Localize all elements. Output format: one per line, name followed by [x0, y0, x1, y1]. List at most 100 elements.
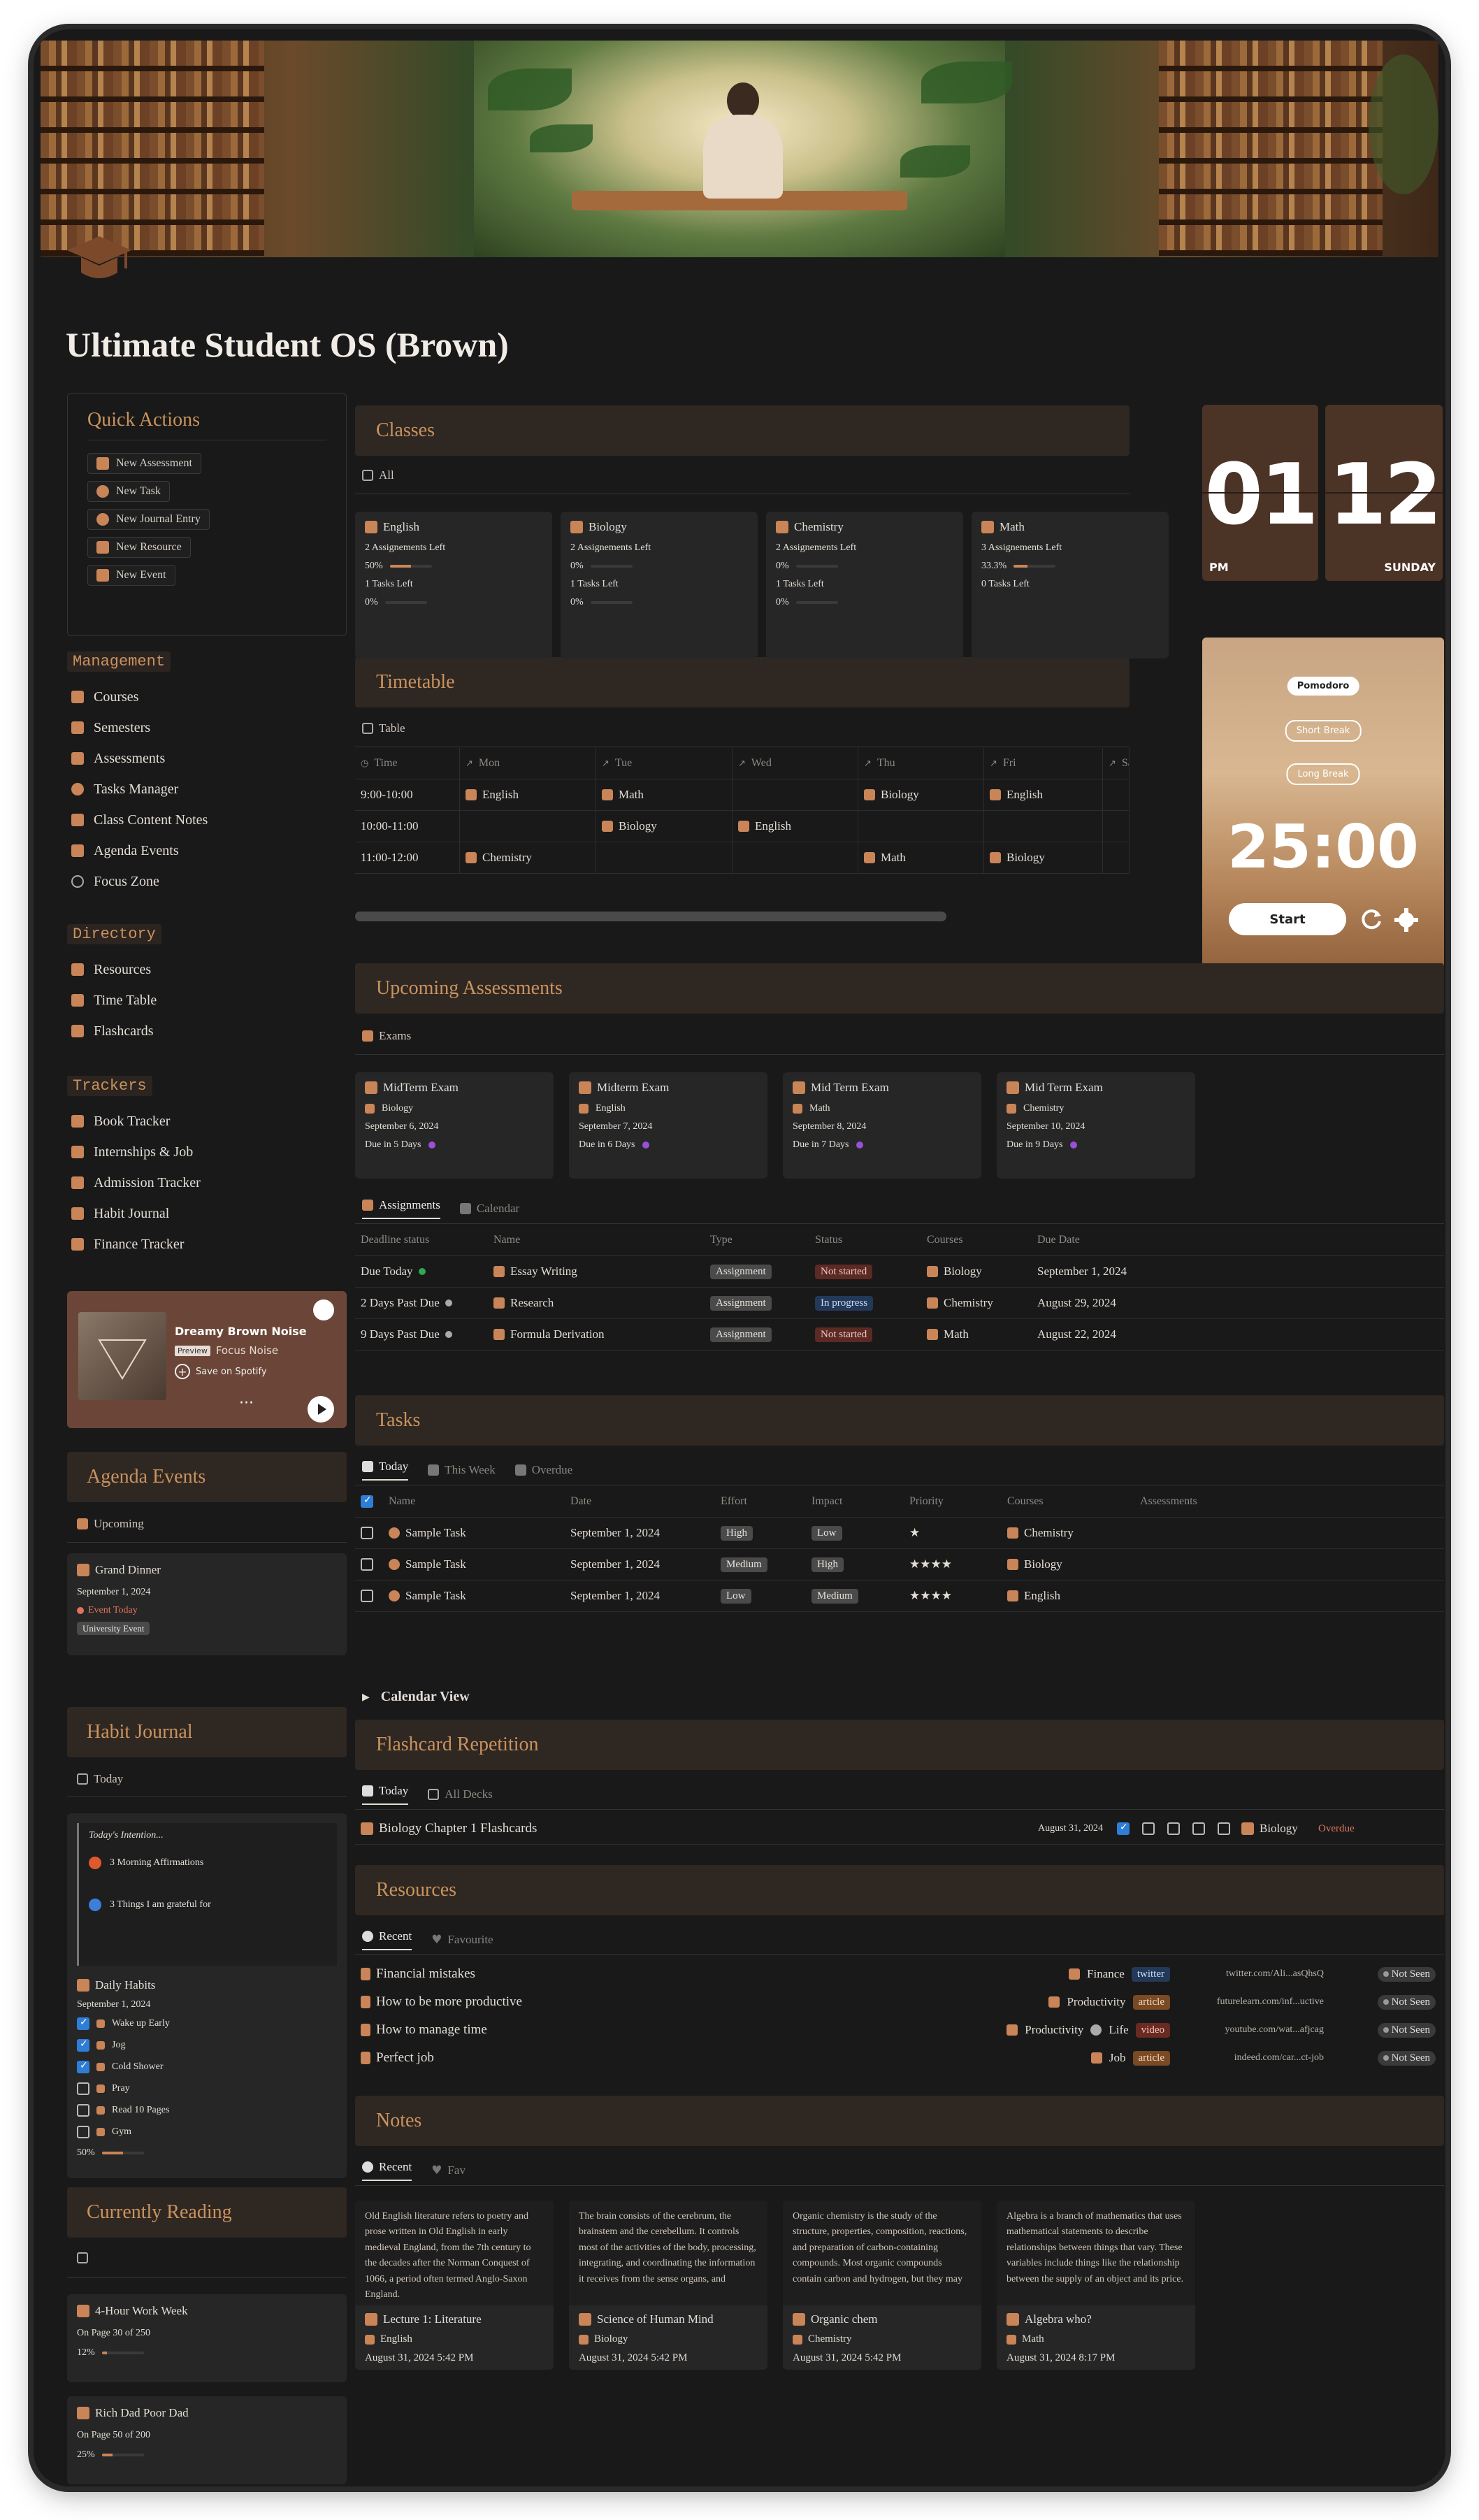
nav-semesters[interactable]: Semesters: [67, 712, 347, 743]
new-assessment-button[interactable]: New Assessment: [87, 453, 201, 474]
horizontal-scrollbar[interactable]: [355, 912, 946, 921]
task-row[interactable]: Sample Task September 1, 2024 Medium High ★★…: [355, 1549, 1444, 1581]
exams-view-tab[interactable]: Exams: [362, 1029, 411, 1043]
resource-url[interactable]: twitter.com/Ali...asQhsQ: [1226, 1968, 1324, 1980]
habit-item[interactable]: Jog: [77, 2038, 337, 2052]
resource-row[interactable]: How to be more productive Productivity art…: [355, 1988, 1444, 2016]
tab-assignments[interactable]: Assignments: [362, 1198, 440, 1219]
task-checkbox[interactable]: [361, 1590, 373, 1602]
resource-row[interactable]: How to manage time Productivity Life video y…: [355, 2016, 1444, 2044]
start-button[interactable]: Start: [1229, 903, 1346, 935]
nav-habit-journal[interactable]: Habit Journal: [67, 1198, 347, 1229]
review-checkbox[interactable]: [1192, 1822, 1205, 1835]
timetable-cell[interactable]: [1103, 811, 1130, 842]
tab-overdue[interactable]: Overdue: [514, 1463, 572, 1477]
classes-view-tab[interactable]: All: [362, 468, 394, 482]
review-checkbox[interactable]: [1142, 1822, 1155, 1835]
resource-row[interactable]: Financial mistakes Finance twitter twitter.…: [355, 1960, 1444, 1988]
habit-checkbox[interactable]: [77, 2104, 89, 2117]
nav-courses[interactable]: Courses: [67, 682, 347, 712]
resource-url[interactable]: indeed.com/car...ct-job: [1234, 2052, 1324, 2064]
timetable-cell[interactable]: Biology: [596, 811, 733, 842]
habit-item[interactable]: Gym: [77, 2126, 337, 2138]
resource-url[interactable]: youtube.com/wat...afjcag: [1225, 2024, 1324, 2036]
spotify-embed[interactable]: Dreamy Brown Noise Preview Focus Noise +…: [67, 1291, 347, 1428]
timetable-cell[interactable]: Biology: [984, 842, 1103, 873]
reset-icon[interactable]: [1357, 906, 1385, 934]
habit-checkbox[interactable]: [77, 2017, 89, 2030]
tab-calendar[interactable]: Calendar: [459, 1202, 519, 1216]
timetable-cell[interactable]: [1103, 842, 1130, 873]
settings-gear-icon[interactable]: [1392, 906, 1420, 934]
new-resource-button[interactable]: New Resource: [87, 537, 191, 558]
nav-book-tracker[interactable]: Book Tracker: [67, 1106, 347, 1137]
calendar-view-toggle[interactable]: ▶ Calendar View: [362, 1689, 470, 1705]
long-break-button[interactable]: Long Break: [1286, 763, 1360, 785]
exam-card[interactable]: Midterm Exam English September 7, 2024 Due …: [569, 1072, 767, 1179]
new-journal-entry-button[interactable]: New Journal Entry: [87, 509, 210, 530]
tab-favourite[interactable]: ♥ Favourite: [431, 1933, 493, 1947]
class-card[interactable]: Math 3 Assignements Left 33.3% 0 Tasks Left: [972, 512, 1169, 658]
save-on-spotify-button[interactable]: + Save on Spotify: [175, 1364, 267, 1379]
assignment-row[interactable]: Due Today Essay Writing Assignment Not star…: [355, 1256, 1444, 1288]
tab-fav[interactable]: ♥ Fav: [431, 2163, 466, 2177]
new-task-button[interactable]: New Task: [87, 481, 170, 502]
note-card[interactable]: Algebra is a branch of mathematics that …: [997, 2201, 1195, 2370]
timetable-cell[interactable]: [596, 842, 733, 873]
flashcard-row[interactable]: Biology Chapter 1 Flashcards August 31, …: [355, 1813, 1444, 1845]
task-row[interactable]: Sample Task September 1, 2024 High Low ★ Chem…: [355, 1518, 1444, 1549]
habit-item[interactable]: Wake up Early: [77, 2017, 337, 2030]
review-checkbox[interactable]: [1117, 1822, 1130, 1835]
agenda-view-tab[interactable]: Upcoming: [77, 1517, 144, 1531]
book-card[interactable]: Rich Dad Poor Dad On Page 50 of 200 25%: [67, 2396, 347, 2484]
timetable-cell[interactable]: [733, 842, 858, 873]
habit-view-tab[interactable]: Today: [77, 1772, 123, 1786]
tab-recent[interactable]: Recent: [362, 2160, 412, 2181]
task-checkbox[interactable]: [361, 1558, 373, 1571]
new-event-button[interactable]: New Event: [87, 565, 175, 586]
timetable-cell[interactable]: English: [733, 811, 858, 842]
nav-admission-tracker[interactable]: Admission Tracker: [67, 1167, 347, 1198]
timetable-cell[interactable]: Math: [858, 842, 984, 873]
timetable-cell[interactable]: 10:00-11:00: [355, 811, 460, 842]
task-row[interactable]: Sample Task September 1, 2024 Low Medium ★★★…: [355, 1581, 1444, 1612]
class-card[interactable]: Chemistry 2 Assignements Left 0% 1 Tasks Le…: [766, 512, 963, 658]
timetable-cell[interactable]: [858, 811, 984, 842]
exam-card[interactable]: MidTerm Exam Biology September 6, 2024 Due …: [355, 1072, 554, 1179]
exam-card[interactable]: Mid Term Exam Math September 8, 2024 Due in…: [783, 1072, 981, 1179]
task-checkbox[interactable]: [361, 1527, 373, 1539]
resource-url[interactable]: futurelearn.com/inf...uctive: [1217, 1996, 1324, 2008]
timetable-cell[interactable]: [460, 811, 596, 842]
class-card[interactable]: English 2 Assignements Left 50% 1 Tasks Lef…: [355, 512, 552, 658]
tab-today[interactable]: Today: [362, 1460, 409, 1481]
exam-card[interactable]: Mid Term Exam Chemistry September 10, 2024…: [997, 1072, 1195, 1179]
timetable-cell[interactable]: 11:00-12:00: [355, 842, 460, 873]
habit-checkbox[interactable]: [77, 2038, 89, 2052]
timetable-cell[interactable]: 9:00-10:00: [355, 779, 460, 810]
pomodoro-mode-button[interactable]: Pomodoro: [1287, 677, 1359, 696]
nav-agenda-events[interactable]: Agenda Events: [67, 835, 347, 866]
nav-tasks-manager[interactable]: Tasks Manager: [67, 774, 347, 805]
class-card[interactable]: Biology 2 Assignements Left 0% 1 Tasks Left…: [561, 512, 758, 658]
habit-checkbox[interactable]: [77, 2126, 89, 2138]
nav-finance-tracker[interactable]: Finance Tracker: [67, 1229, 347, 1260]
timetable-cell[interactable]: [733, 779, 858, 810]
note-card[interactable]: Organic chemistry is the study of the st…: [783, 2201, 981, 2370]
play-button[interactable]: [308, 1396, 334, 1423]
book-card[interactable]: 4-Hour Work Week On Page 30 of 250 12%: [67, 2294, 347, 2382]
timetable-view-tab[interactable]: Table: [362, 721, 405, 735]
nav-focus-zone[interactable]: Focus Zone: [67, 866, 347, 897]
tab-today[interactable]: Today: [362, 1784, 409, 1805]
review-checkbox[interactable]: [1167, 1822, 1180, 1835]
nav-resources[interactable]: Resources: [67, 954, 347, 985]
note-card[interactable]: Old English literature refers to poetry …: [355, 2201, 554, 2370]
habit-checkbox[interactable]: [77, 2082, 89, 2095]
timetable-cell[interactable]: Math: [596, 779, 733, 810]
review-checkbox[interactable]: [1218, 1822, 1230, 1835]
habit-item[interactable]: Cold Shower: [77, 2060, 337, 2073]
nav-flashcards[interactable]: Flashcards: [67, 1016, 347, 1046]
resource-row[interactable]: Perfect job Job article indeed.com/car...ct…: [355, 2044, 1444, 2072]
habit-item[interactable]: Read 10 Pages: [77, 2104, 337, 2117]
nav-internships-job[interactable]: Internships & Job: [67, 1137, 347, 1167]
timetable-cell[interactable]: [984, 811, 1103, 842]
